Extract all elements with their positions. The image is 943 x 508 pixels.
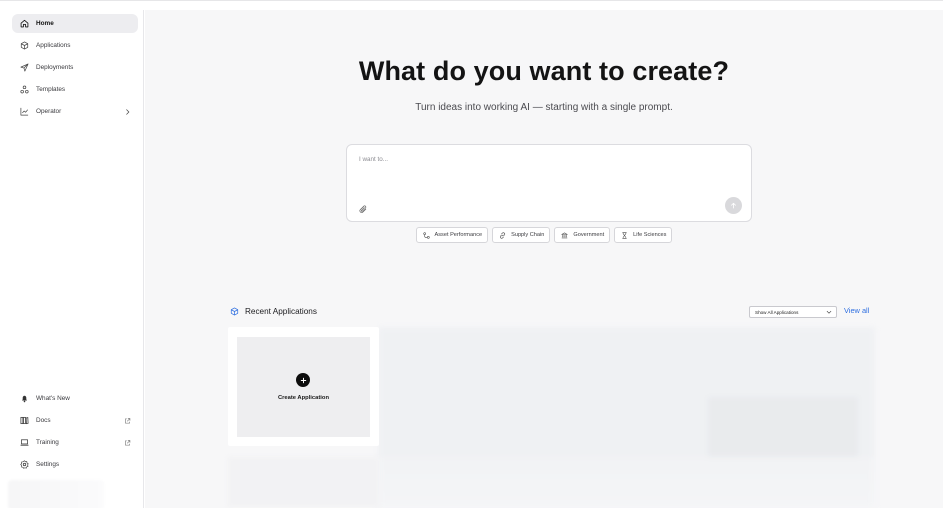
chip-supply-chain[interactable]: Supply Chain	[492, 227, 551, 243]
chevron-down-icon	[826, 310, 832, 314]
sidebar-item-label: Operator	[36, 108, 62, 115]
sidebar-item-operator[interactable]: Operator	[12, 102, 138, 121]
sidebar-item-settings[interactable]: Settings	[12, 455, 138, 474]
send-button[interactable]	[725, 197, 742, 214]
laptop-icon	[18, 437, 30, 449]
nodes-icon	[422, 231, 431, 240]
suggestion-chips: Asset Performance Supply Chain Governmen…	[145, 227, 943, 243]
recent-applications-header: Recent Applications	[230, 306, 317, 317]
sidebar: Home Applications Deployments Templates …	[0, 10, 144, 508]
create-application-button[interactable]: Create Application	[237, 337, 370, 437]
gear-icon	[18, 459, 30, 471]
recent-applications-grid: Create Application	[228, 327, 875, 508]
hourglass-icon	[620, 231, 629, 240]
sidebar-item-whats-new[interactable]: What's New	[12, 389, 138, 408]
sidebar-item-label: Applications	[36, 42, 71, 49]
sidebar-item-label: Deployments	[36, 64, 74, 71]
prompt-box	[346, 144, 752, 222]
sidebar-item-label: What's New	[36, 395, 70, 402]
templates-icon	[18, 84, 30, 96]
sidebar-item-label: Home	[36, 20, 54, 27]
main-content: What do you want to create? Turn ideas i…	[145, 10, 943, 508]
sidebar-item-label: Training	[36, 439, 59, 446]
sidebar-item-templates[interactable]: Templates	[12, 80, 138, 99]
sidebar-item-label: Docs	[36, 417, 51, 424]
chip-asset-performance[interactable]: Asset Performance	[415, 227, 489, 243]
sidebar-item-label: Settings	[36, 461, 60, 468]
sidebar-item-training[interactable]: Training	[12, 433, 138, 452]
paperclip-icon[interactable]	[357, 203, 369, 215]
page-title: What do you want to create?	[358, 56, 730, 86]
sidebar-item-home[interactable]: Home	[12, 14, 138, 33]
home-icon	[18, 18, 30, 30]
blurred-user-area	[8, 480, 104, 508]
sidebar-item-applications[interactable]: Applications	[12, 36, 138, 55]
sidebar-item-deployments[interactable]: Deployments	[12, 58, 138, 77]
chip-life-sciences[interactable]: Life Sciences	[614, 227, 673, 243]
chip-government[interactable]: Government	[554, 227, 611, 243]
send-icon	[18, 62, 30, 74]
chevron-right-icon	[123, 107, 132, 116]
external-link-icon	[123, 438, 132, 447]
bell-icon	[18, 393, 30, 405]
applications-filter-select[interactable]: Show All Applications	[749, 306, 837, 318]
blurred-placeholder	[228, 457, 379, 507]
arrow-up-icon	[731, 202, 736, 209]
cube-icon	[230, 306, 241, 317]
filter-value: Show All Applications	[755, 309, 799, 315]
page-subtitle: Turn ideas into working AI — starting wi…	[415, 102, 673, 113]
cube-icon	[18, 40, 30, 52]
create-application-label: Create Application	[277, 395, 329, 401]
app-frame: Home Applications Deployments Templates …	[0, 0, 943, 508]
sidebar-item-label: Templates	[36, 86, 66, 93]
chip-label: Life Sciences	[633, 232, 667, 238]
view-all-link[interactable]: View all	[844, 306, 869, 315]
blurred-app-cards	[378, 327, 875, 508]
book-icon	[18, 415, 30, 427]
external-link-icon	[123, 416, 132, 425]
sidebar-item-docs[interactable]: Docs	[12, 411, 138, 430]
chip-label: Supply Chain	[511, 232, 545, 238]
link-icon	[498, 231, 507, 240]
bank-icon	[560, 231, 569, 240]
chip-label: Government	[573, 232, 605, 238]
prompt-input[interactable]	[359, 156, 729, 163]
plus-icon	[296, 373, 310, 387]
chart-line-icon	[18, 106, 30, 118]
create-application-card: Create Application	[228, 327, 379, 446]
recent-applications-title: Recent Applications	[245, 307, 317, 316]
chip-label: Asset Performance	[434, 232, 483, 238]
